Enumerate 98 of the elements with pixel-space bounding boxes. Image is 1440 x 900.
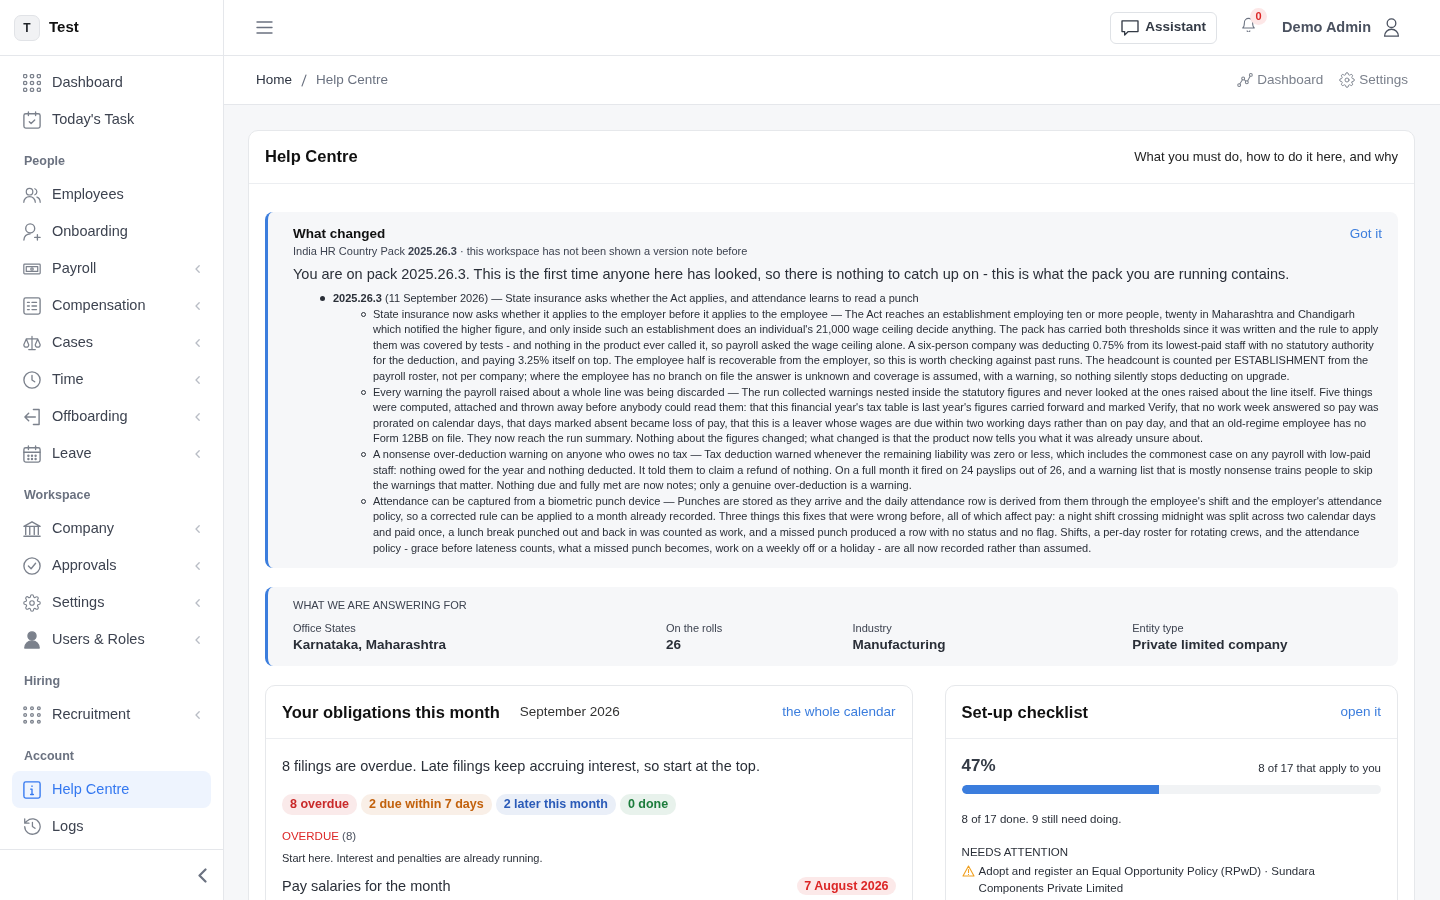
nav-link[interactable]: Leave xyxy=(12,435,211,472)
nav-link[interactable]: Employees xyxy=(12,176,211,213)
obligations-summary: 8 filings are overdue. Late filings keep accruing interest, so start at the top. xyxy=(282,757,761,777)
bullet-icon xyxy=(320,296,325,301)
field-label: Entity type xyxy=(1132,621,1185,637)
menu-button[interactable] xyxy=(256,21,273,34)
list-sheet-icon xyxy=(23,296,41,315)
breadcrumb-separator-icon xyxy=(301,73,307,87)
open-checklist-link[interactable]: open it xyxy=(1340,701,1381,723)
status-tag: 8 overdue xyxy=(282,794,358,816)
nav-link[interactable]: Users & Roles xyxy=(12,621,211,658)
calendar-icon xyxy=(23,444,41,463)
exit-arrow-icon xyxy=(23,407,41,426)
field-label: Office States xyxy=(293,621,357,637)
card-title: Set-up checklist xyxy=(961,701,1089,723)
release-note: Every warning the payroll raised about a whole line was being discarded — The run collected warnings nested inside the statutory figures and never looked at the ones raised about the line itself. Five things were computed, attached and thrown away before anybody could read them: that this financial year's tax table is last year's figures carried forward and marked Verify, that no work week answered so pay was prorated on calendar days, that days marked absent became loss of pay, that this is a leaver whose wages are due within two working days rather than on pay day, and that an old-regime employee has no Form 12BB on file. They now reach the run summary. Nothing about the figures changed; what changed is that the product now tells you what it was already unsure about. xyxy=(373,384,1380,447)
nav-link[interactable]: Dashboard xyxy=(12,64,211,101)
calendar-link[interactable]: the whole calendar xyxy=(782,701,896,723)
field-label: Industry xyxy=(852,621,893,637)
nav-link[interactable]: Offboarding xyxy=(12,398,211,435)
context-heading: WHAT WE ARE ANSWERING FOR xyxy=(293,598,468,614)
assistant-button[interactable]: Assistant xyxy=(1110,11,1218,44)
card-title: Your obligations this month xyxy=(282,701,500,723)
clock-icon xyxy=(23,370,41,389)
calendar-check-icon xyxy=(23,110,41,129)
scales-icon xyxy=(23,333,41,352)
notification-count-badge: 0 xyxy=(1250,8,1268,25)
breadcrumb-current: Help Centre xyxy=(316,70,389,89)
progress-summary: 8 of 17 done. 9 still need doing. xyxy=(961,812,1123,828)
nav-link[interactable]: Time xyxy=(12,361,211,398)
period-label: September 2026 xyxy=(519,702,620,721)
gear-icon xyxy=(1339,72,1356,88)
status-tag: 2 due within 7 days xyxy=(361,794,492,816)
workspace-name: Test xyxy=(49,17,79,38)
nav-link[interactable]: Recruitment xyxy=(12,696,211,733)
progress-percent: 47% xyxy=(961,756,996,777)
user-plus-icon xyxy=(23,222,41,241)
section-heading: Account xyxy=(23,748,75,765)
nav-link[interactable]: Settings xyxy=(12,584,211,621)
user-menu-button[interactable]: Demo Admin xyxy=(1282,16,1400,39)
page-title: Help Centre xyxy=(265,147,358,167)
check-circle-icon xyxy=(23,556,41,575)
bank-building-icon xyxy=(23,519,41,538)
warning-triangle-icon xyxy=(961,865,975,878)
chevron-left-icon xyxy=(198,867,207,883)
release-note: Attendance can be captured from a biometric punch device — Punches are stored as they arrive and the daily attendance row is derived from them through the employee's shift and the employer's attendance policy, so a corrected rule can be applied to a month already recorded. Three things this fixes that were wrong before, all of which affect pay: a night shift crossing midnight was split across two calendar days and paid once, a lunch break punched out and back in was counted as work, and a missed punch produced a row with no status and no flag. Shifts, a per-day roster for rotating crews, and the attendance policy - grace before lateness counts, what a missed punch becomes, work on a weekly off or a holiday - are all now recorded rather than assumed. xyxy=(373,493,1382,556)
nav-link[interactable]: Cases xyxy=(12,324,211,361)
release-heading: 2025.26.3 (11 September 2026) — State insurance asks whether the Act applies, and attendance learns to read a punch xyxy=(333,291,919,306)
workspace-initial: T xyxy=(14,14,40,41)
dot-grid-icon xyxy=(23,705,41,724)
info-square-icon xyxy=(23,780,41,799)
nav-link[interactable]: Onboarding xyxy=(12,213,211,250)
attention-item: Adopt and register an Equal Opportunity Policy (RPwD) · Sundara Components Private Limited xyxy=(978,864,1316,896)
grid-dots-icon xyxy=(23,73,41,92)
nav-link[interactable]: Payroll xyxy=(12,250,211,287)
status-tag: 2 later this month xyxy=(495,794,616,816)
page-action-link[interactable]: Dashboard xyxy=(1237,69,1324,91)
person-filled-icon xyxy=(23,630,41,649)
collapse-sidebar-button[interactable] xyxy=(198,867,207,883)
breadcrumb-link[interactable]: Home xyxy=(256,69,292,91)
nav-link[interactable]: Compensation xyxy=(12,287,211,324)
nav-link[interactable]: Company xyxy=(12,510,211,547)
field-value: Karnataka, Maharashtra xyxy=(293,636,448,655)
page-action-link[interactable]: Settings xyxy=(1339,69,1408,91)
field-value: Manufacturing xyxy=(852,636,947,655)
release-note: A nonsense over-deduction warning on anyone who owes no tax — Tax deduction warned whenever the remaining liability was zero or less, which includes the commonest case on any payroll with low-paid staff: nothing owed for the year and nothing deducted. It told them to claim a refund of nothing. On a full month it fired on 24 payslips out of 26, and a warning list that is mostly nonsense trains people to skip the warnings that matter. Nothing due and fully met are now notes; only a genuine over-deduction is a warning. xyxy=(373,446,1374,494)
line-chart-icon xyxy=(1237,72,1254,88)
obligation-title: Pay salaries for the month xyxy=(282,877,451,897)
dismiss-link[interactable]: Got it xyxy=(1349,224,1382,245)
field-label: On the rolls xyxy=(666,621,724,637)
release-note: State insurance now asks whether it applies to the employer before it applies to the employee — The Act reaches an establishment employing ten or more people, twenty in Maharashtra and Chandigarh which notified the higher figure, and only inside such an establishment does an individual's 21,000 wage ceiling decide anything. The pack has carried both thresholds since it was written and the rule to apply them was covered by tests - and nothing in the product ever called it, so payroll asked the wage ceiling alone. A six-person company was deducting 0.75% from its lowest-paid staff with no statutory authority for the deduction, and paying 3.25% itself on top. The employee half is recoverable from the employer, so this is worth checking against past runs. The headcount is counted per ESTABLISHMENT from the payroll roster, not per company; where the employee has no branch on file the answer is unknown and coverage is assumed, with a warning, so nothing silently stops deducting on upgrade. xyxy=(373,306,1380,384)
note-intro: You are on pack 2025.26.3. This is the first time anyone here has looked, so there is nothing to catch up on - this is what the pack you are running contains. xyxy=(293,265,1291,284)
nav-link[interactable]: Today's Task xyxy=(12,101,211,138)
due-date-tag: 7 August 2026 xyxy=(797,877,896,896)
page-subtitle: What you must do, how to do it here, and why xyxy=(1134,148,1398,167)
field-value: 26 xyxy=(666,636,683,655)
field-value: Private limited company xyxy=(1132,636,1289,655)
note-title: What changed xyxy=(293,225,387,243)
status-tag: 0 done xyxy=(619,794,677,816)
section-heading: Workspace xyxy=(23,487,92,504)
user-icon xyxy=(1383,18,1400,37)
bell-icon xyxy=(1241,17,1257,32)
menu-icon xyxy=(256,21,273,34)
gear-icon xyxy=(23,593,41,612)
history-icon xyxy=(23,817,41,836)
attention-heading: NEEDS ATTENTION xyxy=(961,844,1070,860)
nav-link[interactable]: Logs xyxy=(12,808,211,845)
group-heading: OVERDUE (8) xyxy=(282,829,358,845)
note-meta: India HR Country Pack 2025.26.3 · this workspace has not been shown a version note before xyxy=(293,244,748,259)
nav-link[interactable]: Approvals xyxy=(12,547,211,584)
notifications-button[interactable] xyxy=(1241,17,1257,32)
section-heading: Hiring xyxy=(23,673,62,690)
chat-bubble-icon xyxy=(1121,19,1140,36)
nav-link[interactable]: Help Centre xyxy=(12,771,211,808)
users-icon xyxy=(23,185,41,204)
group-note: Start here. Interest and penalties are already running. xyxy=(282,851,544,867)
section-heading: People xyxy=(23,153,66,170)
progress-scope: 8 of 17 that apply to you xyxy=(1258,761,1381,777)
